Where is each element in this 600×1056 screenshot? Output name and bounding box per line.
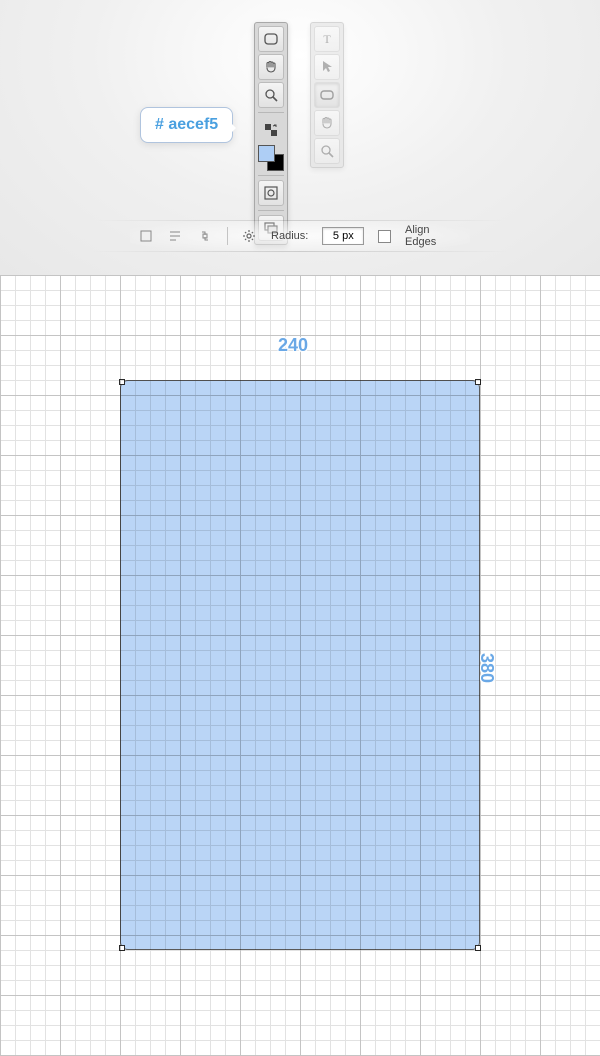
width-dimension-label: 240 <box>278 335 308 356</box>
swap-colors-icon[interactable] <box>258 117 284 143</box>
anchor-bottom-right[interactable] <box>475 945 481 951</box>
type-tool-icon[interactable]: T <box>314 26 340 52</box>
path-options-icon[interactable] <box>138 228 154 244</box>
color-swatches[interactable] <box>258 145 284 171</box>
separator <box>258 210 284 211</box>
radius-input[interactable] <box>322 227 364 245</box>
rounded-rectangle-tool-icon[interactable] <box>258 26 284 52</box>
svg-text:T: T <box>323 32 331 46</box>
anchor-top-left[interactable] <box>119 379 125 385</box>
secondary-tools-panel: T <box>310 22 344 168</box>
align-edges-checkbox[interactable] <box>378 230 391 243</box>
color-hex-callout: # aecef5 <box>140 107 233 143</box>
top-panel: T # aecef5 Radius: <box>0 0 600 275</box>
anchor-top-right[interactable] <box>475 379 481 385</box>
color-hex-text: # aecef5 <box>155 116 218 133</box>
tools-panel <box>254 22 288 245</box>
anchor-bottom-left[interactable] <box>119 945 125 951</box>
quick-mask-icon[interactable] <box>258 180 284 206</box>
rounded-rectangle-shape[interactable] <box>120 380 480 950</box>
hand-tool-icon[interactable] <box>314 110 340 136</box>
canvas-grid[interactable]: 240 380 <box>0 275 600 1056</box>
arrange-icon[interactable] <box>197 228 213 244</box>
foreground-color-swatch[interactable] <box>258 145 275 162</box>
zoom-tool-icon[interactable] <box>258 82 284 108</box>
gear-icon[interactable] <box>242 228 258 244</box>
rounded-rectangle-tool-active-icon[interactable] <box>314 82 340 108</box>
shape-path-outline <box>120 380 480 950</box>
path-selection-tool-icon[interactable] <box>314 54 340 80</box>
radius-label: Radius: <box>271 230 308 242</box>
align-edges-label: Align Edges <box>405 224 462 248</box>
separator <box>227 227 228 245</box>
align-icon[interactable] <box>168 228 184 244</box>
separator <box>258 175 284 176</box>
separator <box>258 112 284 113</box>
hand-tool-icon[interactable] <box>258 54 284 80</box>
zoom-tool-icon[interactable] <box>314 138 340 164</box>
options-bar: Radius: Align Edges <box>130 220 470 252</box>
